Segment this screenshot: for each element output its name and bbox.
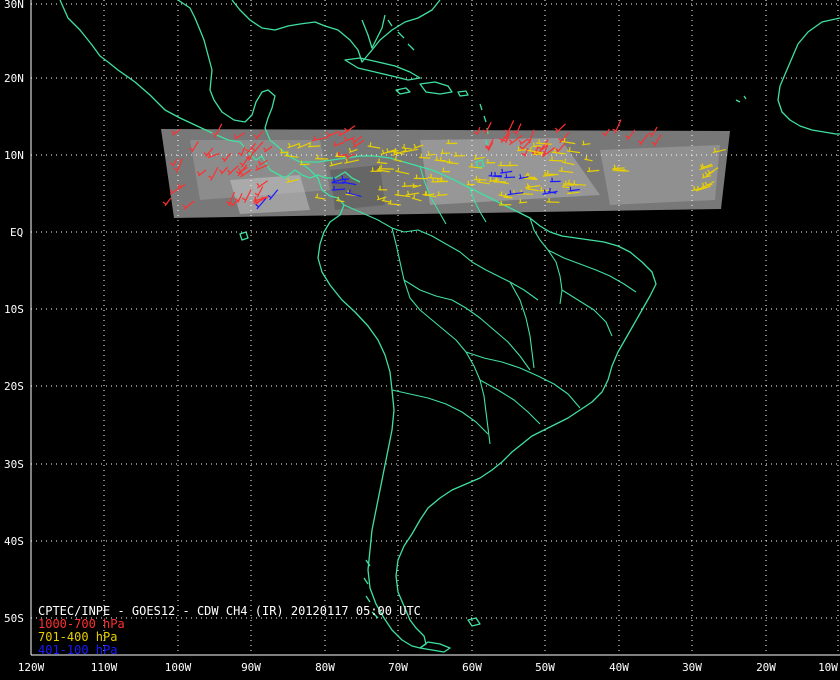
cuba-coastline [344,57,421,81]
wind-barb [162,197,172,207]
lat-label-eq: EQ [10,226,23,239]
lon-label-20w: 20W [756,661,776,674]
lon-label-60w: 60W [462,661,482,674]
lat-label-40s: 40S [4,535,24,548]
lon-label-50w: 50W [535,661,555,674]
lat-label-10s: 10S [4,303,24,316]
lon-label-70w: 70W [388,661,408,674]
wind-map: 30N 20N 10N EQ 10S 20S 30S 40S 50S 120W … [4,0,840,674]
lon-label-110w: 110W [91,661,118,674]
florida-coastline [361,14,386,49]
lat-label-20n: 20N [4,72,24,85]
lat-label-30n: 30N [4,0,24,11]
lat-label-50s: 50S [4,612,24,625]
lat-labels: 30N 20N 10N EQ 10S 20S 30S 40S 50S [4,0,24,625]
lon-label-120w: 120W [18,661,45,674]
gulf-coast-north [231,0,441,63]
galapagos-islands [239,231,249,241]
lon-label-10w: 10W [818,661,838,674]
africa-coastline [777,17,840,135]
lon-label-80w: 80W [315,661,335,674]
lon-label-30w: 30W [682,661,702,674]
tierra-del-fuego [419,641,451,653]
falkland-islands [467,617,481,627]
lat-label-20s: 20S [4,380,24,393]
puerto-rico-coastline [457,90,469,97]
cape-verde-islands [735,95,747,103]
south-america-coastline [299,155,657,649]
lon-label-90w: 90W [241,661,261,674]
legend-high-level: 401-100 hPa [38,643,118,657]
lat-label-30s: 30S [4,458,24,471]
hispaniola-coastline [419,81,453,95]
lon-label-40w: 40W [609,661,629,674]
lat-label-10n: 10N [4,149,24,162]
lon-label-100w: 100W [165,661,192,674]
coastlines [59,0,840,653]
lon-labels: 120W 110W 100W 90W 80W 70W 60W 50W 40W 3… [18,661,839,674]
